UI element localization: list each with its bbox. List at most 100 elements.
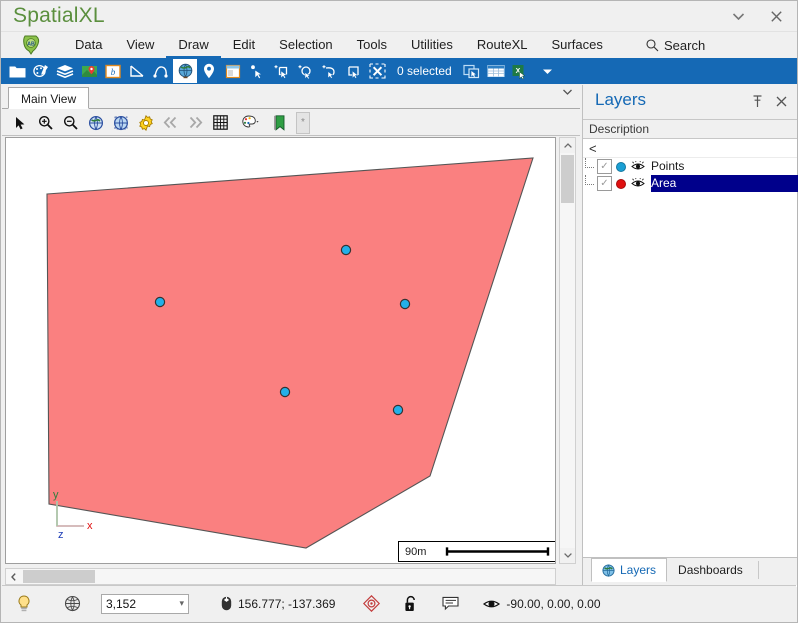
mouse-icon: [221, 596, 232, 611]
scale-combo-box[interactable]: 3,152 ▾: [101, 593, 189, 614]
map-point: [392, 404, 404, 416]
bookmark-icon[interactable]: [267, 111, 292, 135]
menu-item-tools[interactable]: Tools: [345, 32, 399, 58]
attribute-table-icon[interactable]: [484, 59, 508, 83]
status-globe-icon[interactable]: [38, 586, 87, 622]
view-tab-chevron-down-icon[interactable]: [563, 89, 572, 95]
layer-visibility-eye-icon[interactable]: [631, 178, 645, 189]
boxed-b-icon[interactable]: b: [101, 59, 125, 83]
scroll-up-chevron-up-icon[interactable]: [560, 138, 575, 153]
view-tab-bar: Main View: [2, 85, 580, 109]
vertical-scroll-thumb[interactable]: [561, 155, 574, 203]
menu-item-utilities[interactable]: Utilities: [399, 32, 465, 58]
area-polygon: [46, 157, 534, 549]
status-unlock-icon[interactable]: [386, 586, 424, 622]
menu-item-data[interactable]: Data: [63, 32, 114, 58]
layer-row-points[interactable]: ✓ Points: [583, 158, 797, 175]
snapshot-icon[interactable]: *: [296, 111, 310, 134]
view-pane: Main View * y x z 90m: [2, 85, 580, 585]
map-render[interactable]: y x z: [6, 138, 555, 563]
status-comment-icon[interactable]: [424, 586, 465, 622]
scroll-left-chevron-left-icon[interactable]: [6, 569, 21, 584]
toolbar-overflow-caret-icon[interactable]: [536, 59, 560, 83]
next-extent-icon[interactable]: [183, 111, 208, 135]
select-point-icon[interactable]: [245, 59, 269, 83]
canvas-vertical-scrollbar[interactable]: [559, 137, 576, 564]
layer-checkbox[interactable]: ✓: [597, 176, 612, 191]
grid-icon[interactable]: [208, 111, 233, 135]
dock-pin-icon[interactable]: [747, 91, 767, 111]
layers-dock-header: Layers: [583, 85, 797, 119]
layer-checkbox[interactable]: ✓: [597, 159, 612, 174]
scale-chevron-down-icon[interactable]: ▾: [179, 598, 184, 609]
camera-angle-label: -90.00, 0.00, 0.00: [506, 596, 601, 611]
select-rectangle-icon[interactable]: [269, 59, 293, 83]
search-icon: [646, 38, 659, 51]
curve-node-icon[interactable]: [149, 59, 173, 83]
measure-angle-icon[interactable]: [125, 59, 149, 83]
app-title: SpatialXL: [13, 4, 105, 27]
layers-back-row[interactable]: <: [583, 139, 797, 158]
zoom-in-icon[interactable]: [33, 111, 58, 135]
menu-item-surfaces[interactable]: Surfaces: [540, 32, 615, 58]
mouse-coordinates: 156.777; -137.369: [195, 586, 341, 622]
export-excel-icon[interactable]: X: [508, 59, 532, 83]
application-window: SpatialXL AB Data View Draw Edit Selecti…: [0, 0, 798, 623]
search-button[interactable]: Search: [646, 32, 705, 58]
canvas-area: y x z 90m: [2, 137, 580, 585]
menu-item-routexl[interactable]: RouteXL: [465, 32, 540, 58]
open-folder-icon[interactable]: [5, 59, 29, 83]
status-lightbulb-icon[interactable]: [2, 586, 38, 622]
gear-icon[interactable]: [133, 111, 158, 135]
layer-name: Area: [651, 175, 798, 192]
globe-zoom-extent-icon[interactable]: [83, 111, 108, 135]
tree-branch-icon: [585, 175, 594, 185]
selection-count-label: 0 selected: [397, 64, 452, 78]
select-box-icon[interactable]: [341, 59, 365, 83]
scroll-down-chevron-down-icon[interactable]: [560, 548, 575, 563]
palette-dropdown-icon[interactable]: [233, 111, 267, 135]
pointer-arrow-icon[interactable]: [8, 111, 33, 135]
status-target-icon[interactable]: [341, 586, 386, 622]
zoom-out-icon[interactable]: [58, 111, 83, 135]
menu-item-edit[interactable]: Edit: [221, 32, 267, 58]
window-legend-icon[interactable]: [221, 59, 245, 83]
tab-layers[interactable]: Layers: [591, 558, 668, 582]
map-point: [340, 244, 352, 256]
select-from-layer-icon[interactable]: [460, 59, 484, 83]
previous-extent-icon[interactable]: [158, 111, 183, 135]
dock-tab-bar: Layers Dashboards: [583, 557, 797, 585]
layer-row-area[interactable]: ✓ Area: [583, 175, 798, 192]
layer-visibility-eye-icon[interactable]: [631, 161, 645, 172]
globe-zoom-layer-icon[interactable]: [108, 111, 133, 135]
dock-close-icon[interactable]: [771, 91, 791, 111]
app-logo-icon: AB: [19, 34, 45, 56]
window-close-icon[interactable]: [757, 1, 795, 32]
titlebar-chevron-down-icon[interactable]: [719, 1, 757, 32]
status-eye-icon[interactable]: [483, 598, 501, 610]
select-lasso-icon[interactable]: [317, 59, 341, 83]
svg-text:z: z: [58, 529, 64, 541]
title-bar: SpatialXL: [1, 1, 797, 32]
scale-denominator-combo[interactable]: 3,152 ▾: [87, 586, 195, 622]
map-pin-image-icon[interactable]: [77, 59, 101, 83]
menu-item-draw[interactable]: Draw: [166, 32, 221, 58]
menu-item-view[interactable]: View: [114, 32, 166, 58]
map-point: [154, 296, 166, 308]
map-point: [399, 298, 411, 310]
horizontal-scroll-thumb[interactable]: [23, 570, 95, 583]
tab-dashboards[interactable]: Dashboards: [667, 558, 754, 582]
layers-panel-title: Layers: [595, 90, 647, 109]
menu-bar: AB Data View Draw Edit Selection Tools U…: [1, 32, 797, 58]
globe-icon[interactable]: [173, 59, 197, 83]
map-canvas[interactable]: y x z 90m: [5, 137, 556, 564]
clear-selection-icon[interactable]: [365, 59, 389, 83]
location-pin-icon[interactable]: [197, 59, 221, 83]
layers-stack-icon[interactable]: [53, 59, 77, 83]
select-circle-icon[interactable]: [293, 59, 317, 83]
menu-item-selection[interactable]: Selection: [267, 32, 344, 58]
tab-main-view[interactable]: Main View: [8, 87, 90, 109]
palette-pen-icon[interactable]: [29, 59, 53, 83]
globe-icon: [602, 563, 615, 577]
canvas-horizontal-scrollbar[interactable]: [5, 568, 556, 585]
